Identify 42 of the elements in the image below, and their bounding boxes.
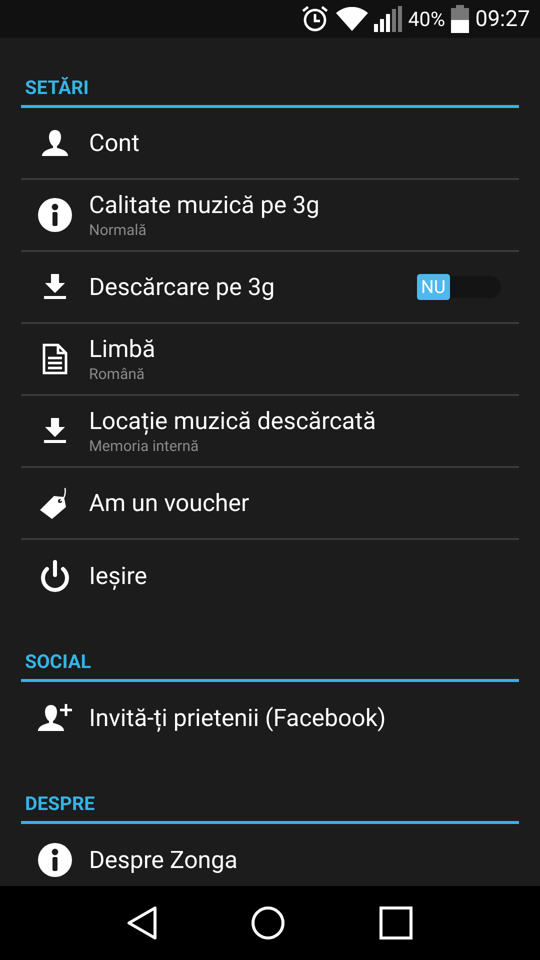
item-label: Limbă	[89, 335, 156, 363]
item-label: Locație muzică descărcată	[89, 407, 377, 435]
item-label: Ieșire	[89, 562, 148, 590]
settings-item[interactable]: Ieșire	[21, 540, 519, 612]
settings-item[interactable]: Descărcare pe 3g NU	[21, 252, 519, 324]
item-label: Invită-ți prietenii (Facebook)	[89, 704, 387, 732]
settings-item[interactable]: Cont	[21, 108, 519, 180]
item-value: Normală	[89, 221, 148, 239]
add-person-icon	[37, 702, 73, 734]
alarm-clock-icon	[300, 5, 330, 33]
toggle-thumb: NU	[417, 274, 450, 300]
item-label: Cont	[89, 129, 140, 157]
settings-item[interactable]: Calitate muzică pe 3g Normală	[21, 180, 519, 252]
signal-icon	[374, 6, 402, 32]
item-label: Despre Zonga	[89, 846, 239, 874]
info-icon	[38, 198, 72, 232]
power-icon	[38, 559, 72, 593]
person-icon	[40, 128, 70, 158]
item-label: Calitate muzică pe 3g	[89, 191, 320, 219]
battery-icon	[451, 5, 470, 33]
battery-percent: 40%	[408, 7, 446, 31]
settings-item[interactable]: Am un voucher	[21, 468, 519, 540]
recent-apps-icon[interactable]	[379, 906, 413, 940]
section-header: SOCIAL	[24, 650, 92, 675]
settings-item[interactable]: Limbă Română	[21, 324, 519, 396]
info-icon	[38, 843, 72, 877]
item-value: Memoria internă	[89, 437, 200, 455]
section-header: DESPRE	[24, 792, 96, 817]
clock-time: 09:27	[475, 6, 530, 32]
home-icon[interactable]	[251, 906, 285, 940]
settings-item[interactable]: Despre Zonga	[21, 824, 519, 886]
download-icon	[43, 418, 67, 444]
back-icon[interactable]	[127, 906, 157, 940]
item-label: Descărcare pe 3g	[89, 273, 276, 301]
item-value: Română	[89, 365, 146, 383]
download-icon	[43, 274, 67, 300]
settings-item[interactable]: Invită-ți prietenii (Facebook)	[21, 682, 519, 754]
wifi-icon	[336, 7, 368, 31]
settings-item[interactable]: Locație muzică descărcată Memoria internă	[21, 396, 519, 468]
section-header: SETĂRI	[24, 76, 90, 101]
item-label: Am un voucher	[89, 489, 250, 517]
document-icon	[42, 343, 68, 375]
